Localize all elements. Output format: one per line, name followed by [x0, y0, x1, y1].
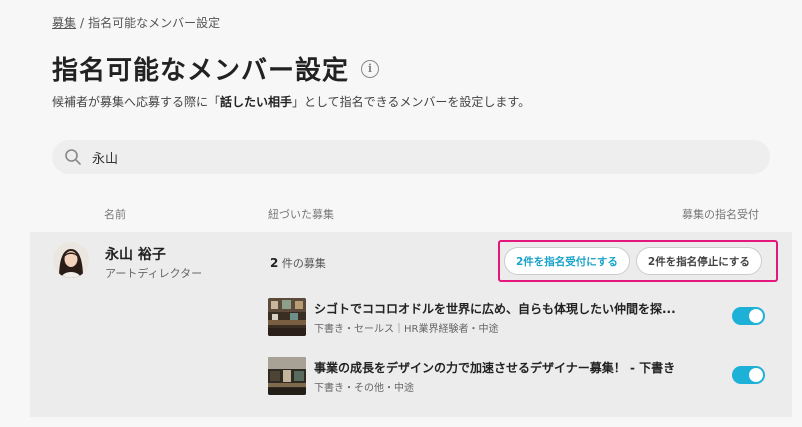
- description-before: 候補者が募集へ応募する際に「: [52, 95, 221, 109]
- job-row[interactable]: 事業の成長をデザインの力で加速させるデザイナー募集！ - 下書き 下書き・その他…: [268, 357, 778, 395]
- recruit-count-suffix: 件の募集: [281, 257, 326, 270]
- description-after: 」として指名できるメンバーを設定します。: [292, 95, 531, 109]
- breadcrumb-link-recruitment[interactable]: 募集: [52, 16, 76, 30]
- job-meta: 下書き・その他・中途: [314, 383, 414, 394]
- breadcrumb: 募集 / 指名可能なメンバー設定: [52, 14, 220, 31]
- breadcrumb-current: 指名可能なメンバー設定: [88, 16, 221, 30]
- member-name: 永山 裕子: [105, 247, 166, 263]
- search-box[interactable]: [52, 140, 770, 174]
- accept-all-button[interactable]: 2件を指名受付にする: [504, 247, 630, 275]
- search-input[interactable]: [92, 149, 692, 165]
- recruit-count-number: 2: [270, 256, 279, 270]
- toggle-knob: [749, 309, 763, 323]
- member-panel: 永山 裕子 アートディレクター 2 件の募集 2件を指名受付にする 2件を指名停…: [30, 232, 792, 417]
- page-title: 指名可能なメンバー設定: [52, 56, 350, 86]
- nomination-toggle[interactable]: [732, 366, 765, 384]
- column-header-name: 名前: [104, 208, 126, 221]
- toggle-knob: [749, 368, 763, 382]
- stop-all-button[interactable]: 2件を指名停止にする: [635, 247, 762, 275]
- breadcrumb-separator: /: [80, 16, 85, 30]
- description-bold: 話したい相手: [220, 95, 293, 109]
- column-header-linked-recruitments: 紐づいた募集: [268, 208, 334, 221]
- search-icon: [65, 149, 81, 165]
- avatar: [53, 242, 89, 278]
- office-photo-image: [268, 357, 306, 395]
- job-title[interactable]: 事業の成長をデザインの力で加速させるデザイナー募集！ - 下書き: [314, 359, 714, 376]
- job-row[interactable]: シゴトでココロオドルを世界に広め、自らも体現したい仲間を探... 下書き・セール…: [268, 298, 778, 336]
- linked-recruitment-count: 2 件の募集: [270, 255, 326, 271]
- office-photo-image: [268, 298, 306, 336]
- job-meta: 下書き・セールス｜HR業界経験者・中途: [314, 324, 499, 335]
- page-description: 候補者が募集へ応募する際に「話したい相手」として指名できるメンバーを設定します。: [52, 93, 530, 110]
- avatar-image: [53, 242, 89, 278]
- title-row: 指名可能なメンバー設定 i: [52, 50, 380, 87]
- bulk-action-group: 2件を指名受付にする 2件を指名停止にする: [498, 240, 778, 282]
- job-thumbnail: [268, 357, 306, 395]
- info-icon[interactable]: i: [361, 59, 380, 78]
- member-role: アートディレクター: [105, 267, 203, 280]
- job-title[interactable]: シゴトでココロオドルを世界に広め、自らも体現したい仲間を探...: [314, 300, 714, 317]
- column-header-nomination: 募集の指名受付: [682, 208, 759, 221]
- job-thumbnail: [268, 298, 306, 336]
- nomination-toggle[interactable]: [732, 307, 765, 325]
